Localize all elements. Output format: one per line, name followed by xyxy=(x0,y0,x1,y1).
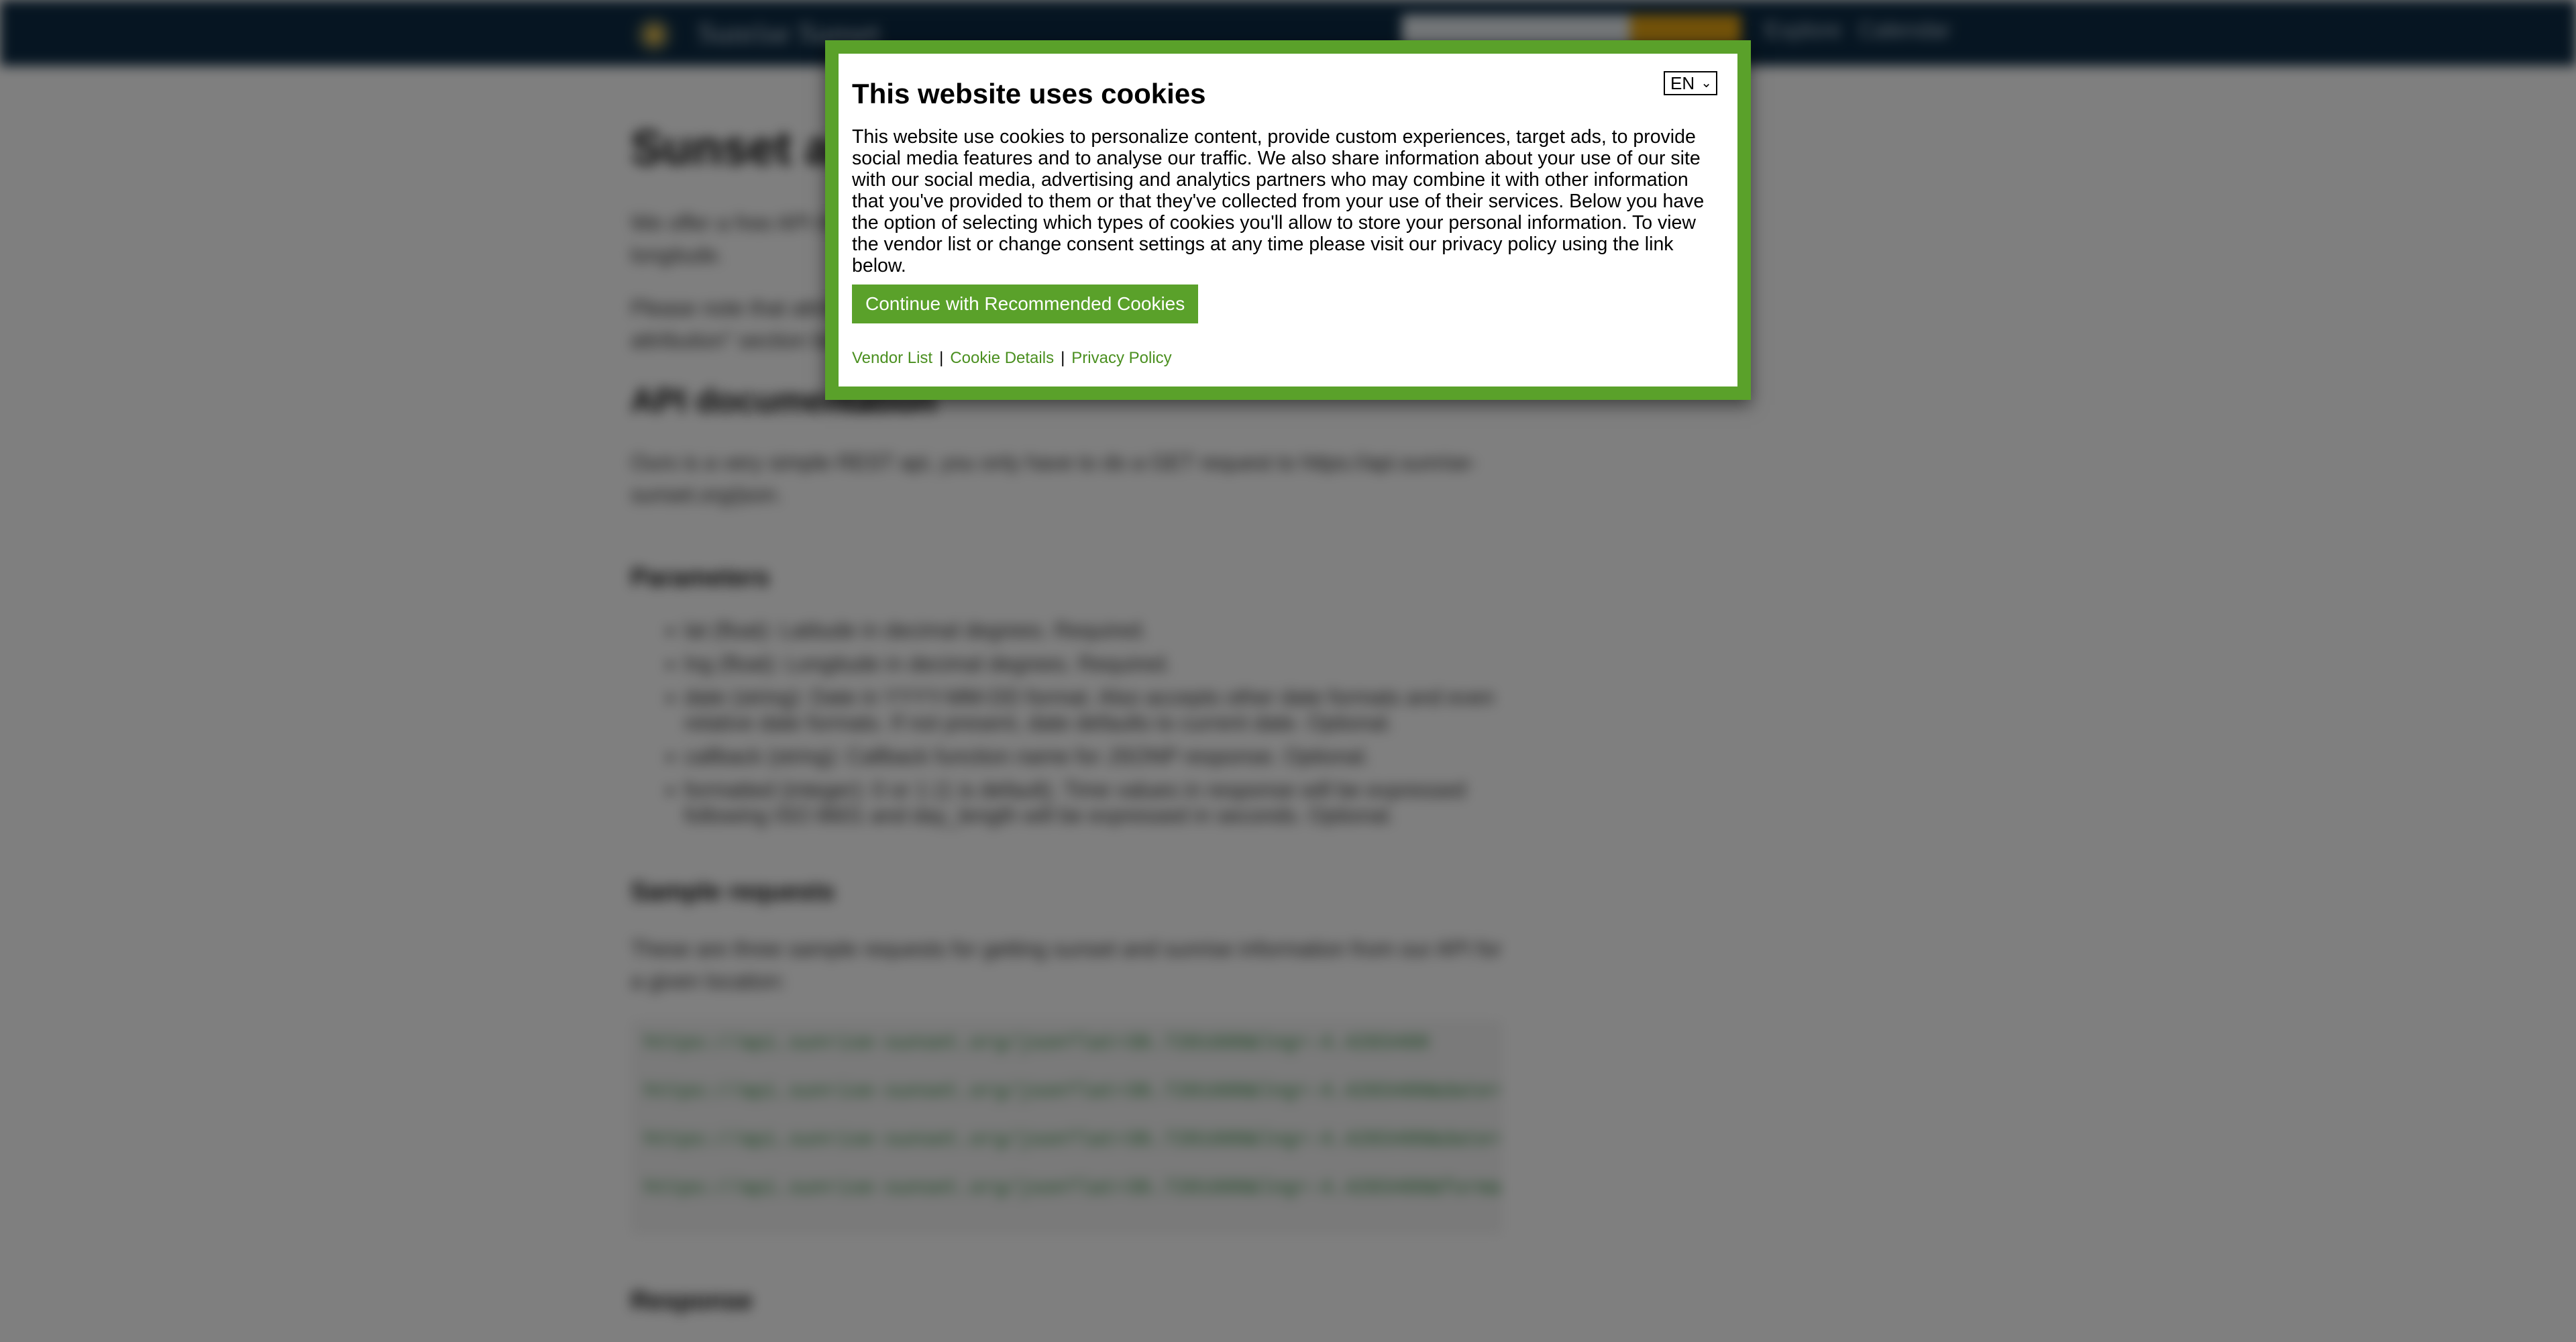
language-value: EN xyxy=(1670,73,1695,93)
cookie-dialog-panel: This website uses cookies EN ⌄ This webs… xyxy=(839,54,1737,386)
cookie-consent-dialog: This website uses cookies EN ⌄ This webs… xyxy=(825,40,1751,400)
cookie-details-link[interactable]: Cookie Details xyxy=(950,349,1054,367)
cookie-dialog-text: This website use cookies to personalize … xyxy=(852,126,1705,276)
cookie-dialog-links: Vendor List | Cookie Details | Privacy Polic… xyxy=(852,349,1172,368)
accept-recommended-cookies-button[interactable]: Continue with Recommended Cookies xyxy=(852,285,1199,323)
chevron-down-icon: ⌄ xyxy=(1701,76,1712,91)
privacy-policy-link[interactable]: Privacy Policy xyxy=(1071,349,1171,367)
vendor-list-link[interactable]: Vendor List xyxy=(852,349,932,367)
cookie-dialog-title: This website uses cookies xyxy=(852,78,1206,109)
link-separator: | xyxy=(1061,349,1065,367)
language-select[interactable]: EN ⌄ xyxy=(1664,71,1717,95)
link-separator: | xyxy=(939,349,944,367)
